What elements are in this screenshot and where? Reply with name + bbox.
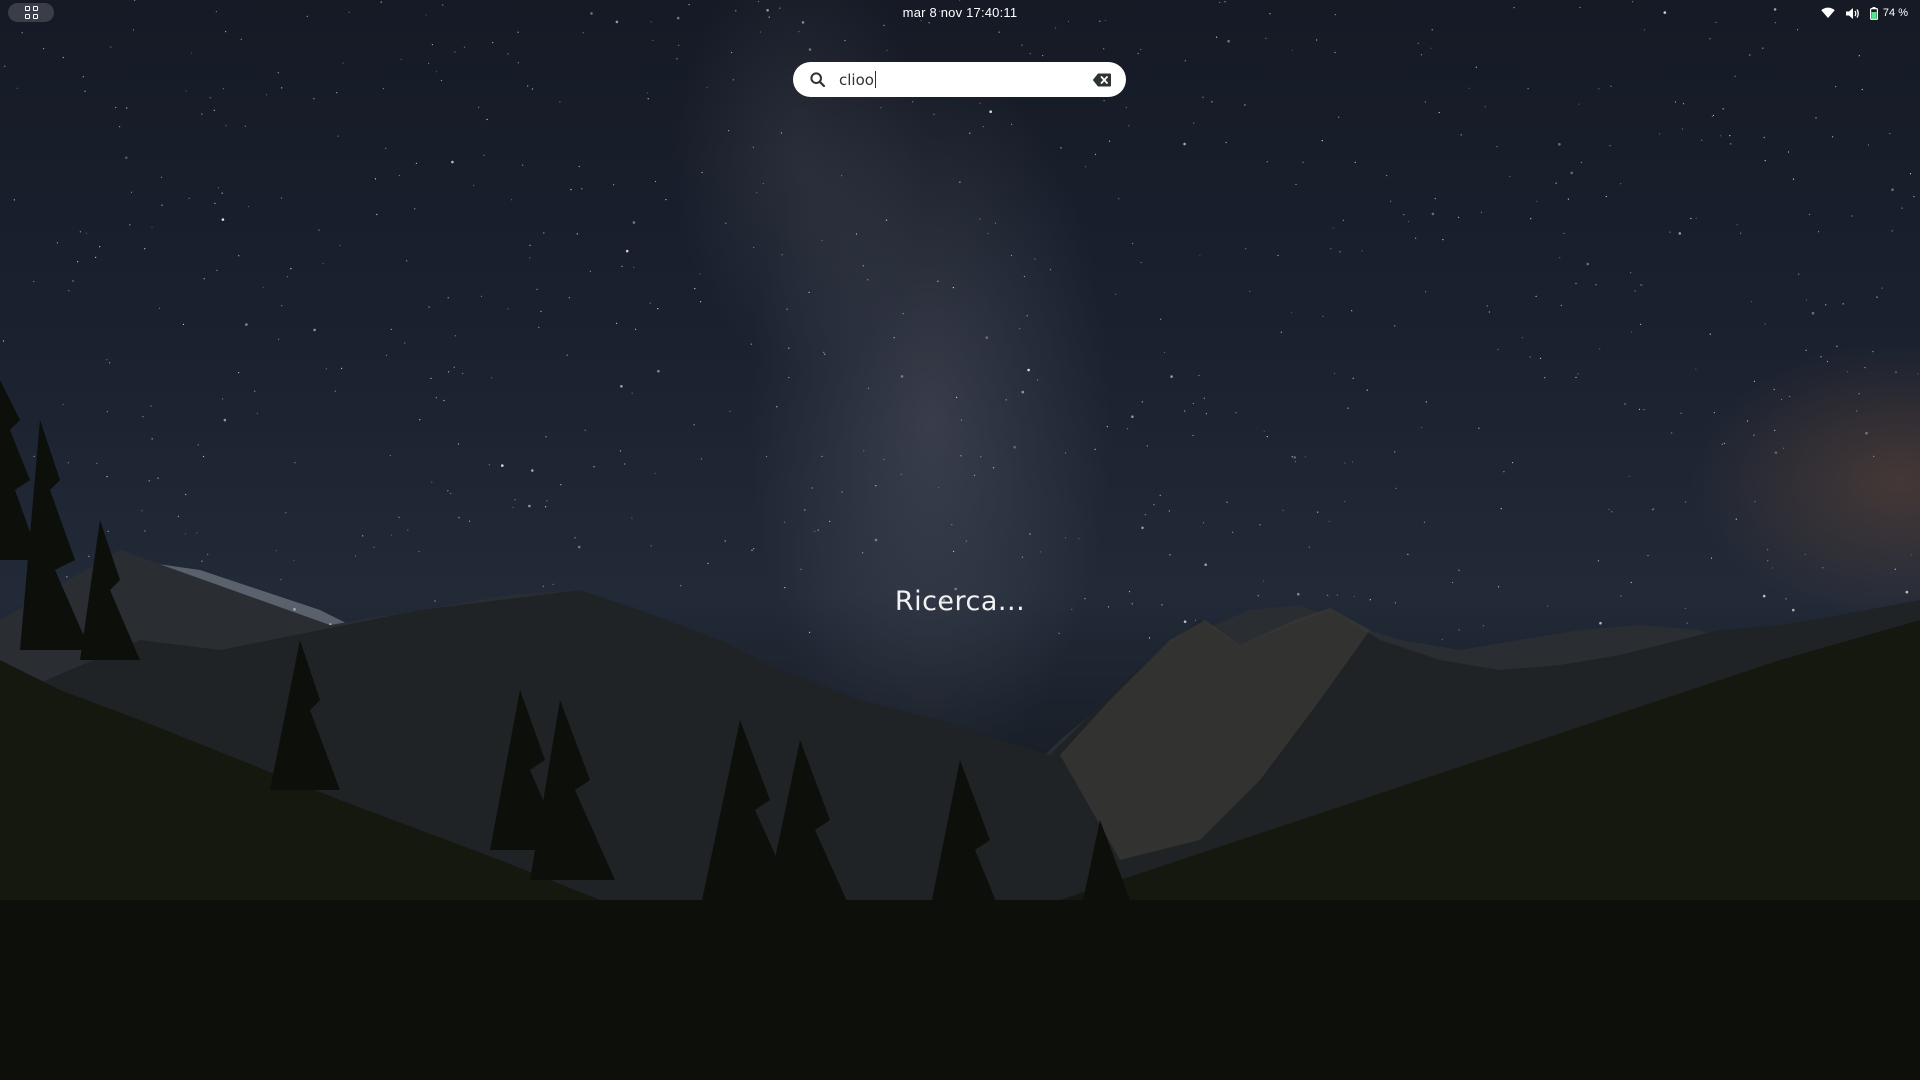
system-status-menu[interactable]: 74 % — [1821, 4, 1908, 22]
clear-icon[interactable] — [1092, 72, 1112, 88]
battery-icon — [1869, 6, 1878, 20]
search-status-label: Ricerca... — [894, 586, 1026, 617]
clock: mar 8 nov 17:40:11 — [0, 5, 1920, 20]
top-bar: mar 8 nov 17:40:11 74 % — [0, 0, 1920, 26]
wifi-icon — [1821, 7, 1835, 18]
search-input[interactable]: clioo — [839, 70, 1092, 89]
volume-icon — [1845, 7, 1859, 19]
battery-percentage: 74 % — [1882, 7, 1908, 19]
search-entry[interactable]: clioo — [793, 62, 1126, 97]
date-time-menu[interactable]: mar 8 nov 17:40:11 — [895, 3, 1026, 22]
desktop-wallpaper — [0, 0, 1920, 1080]
wallpaper-landscape — [0, 0, 1920, 1080]
search-input-value: clioo — [839, 70, 874, 89]
text-caret — [874, 70, 876, 88]
search-icon — [810, 71, 826, 87]
